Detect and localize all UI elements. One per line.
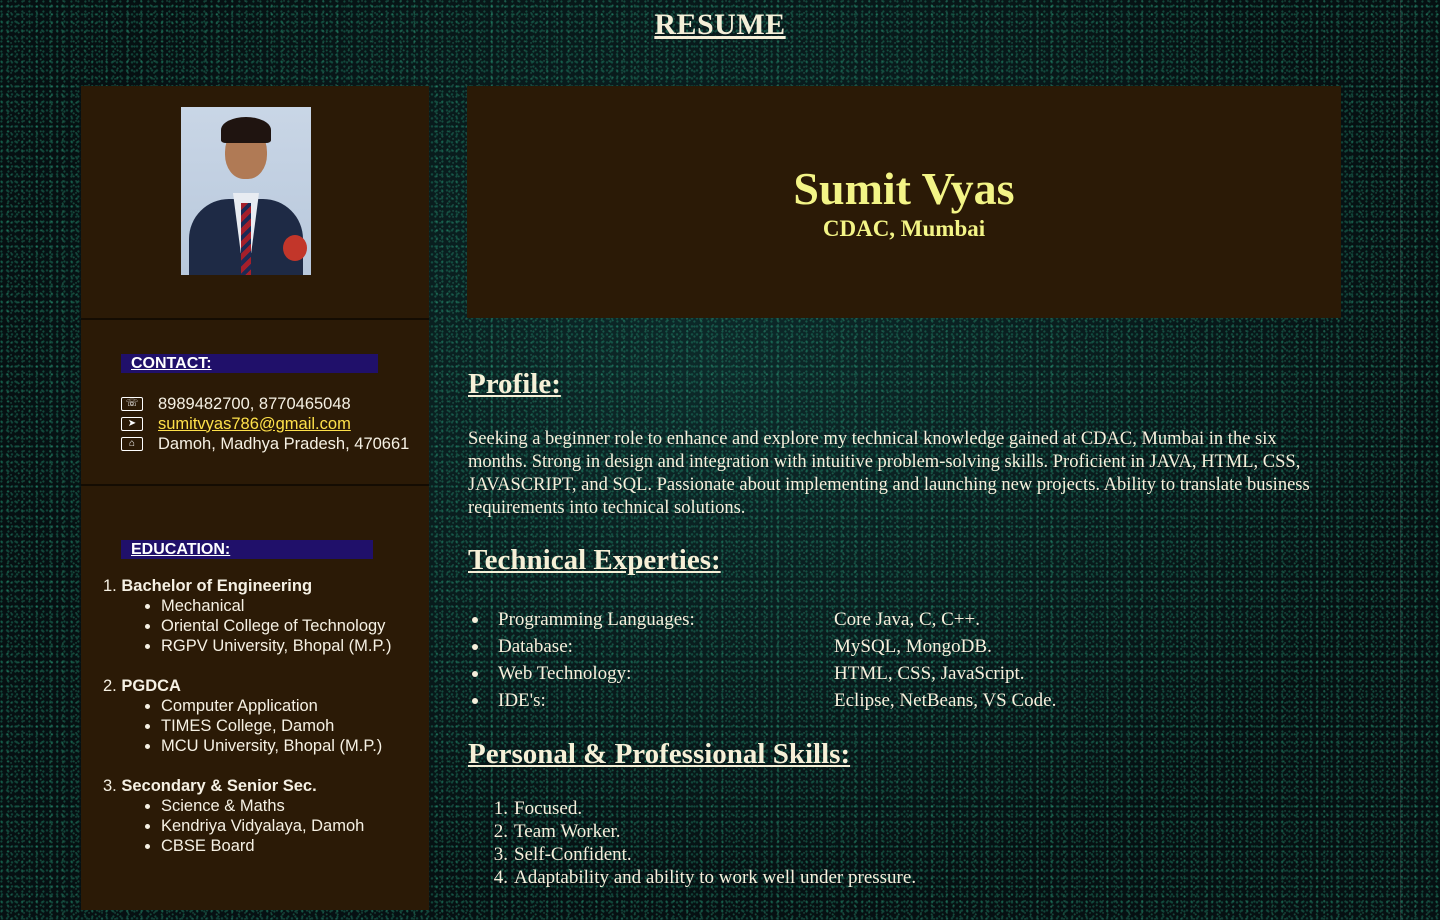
contact-address: ⌂ Damoh, Madhya Pradesh, 470661: [121, 434, 409, 454]
bullet-icon: [472, 643, 478, 650]
skill-number: 1.: [493, 798, 508, 819]
education-detail: RGPV University, Bhopal (M.P.): [161, 636, 391, 656]
education-detail: Science & Maths: [161, 796, 391, 816]
home-icon: ⌂: [121, 437, 143, 451]
education-item: 2. PGDCA Computer Application TIMES Coll…: [103, 676, 391, 756]
bullet-icon: [472, 670, 478, 677]
name-header: Sumit Vyas CDAC, Mumbai: [467, 86, 1341, 318]
contact-address-text: Damoh, Madhya Pradesh, 470661: [158, 434, 410, 453]
skill-text: Team Worker.: [514, 821, 621, 842]
bullet-icon: [472, 616, 478, 623]
skill-number: 3.: [493, 844, 508, 865]
technical-value: Core Java, C, C++.: [834, 608, 980, 630]
skill-item: 2. Team Worker.: [468, 820, 916, 843]
profile-photo: [181, 107, 311, 275]
education-detail: TIMES College, Damoh: [161, 716, 391, 736]
education-number: 2.: [103, 677, 117, 695]
technical-label: Programming Languages:: [498, 608, 695, 630]
education-detail: Kendriya Vidyalaya, Damoh: [161, 816, 391, 836]
contact-phone: ☏ 8989482700, 8770465048: [121, 394, 409, 414]
technical-label: Database:: [498, 635, 573, 657]
email-link[interactable]: sumitvyas786@gmail.com: [158, 415, 351, 434]
sidebar: CONTACT: ☏ 8989482700, 8770465048 ➤ sumi…: [81, 86, 429, 910]
page-right-edge: [1400, 0, 1401, 920]
skills-list: 1. Focused. 2. Team Worker. 3. Self-Confide…: [468, 797, 916, 889]
phone-icon: ☏: [121, 397, 143, 411]
technical-value: MySQL, MongoDB.: [834, 635, 992, 657]
skill-text: Adaptability and ability to work well un…: [514, 867, 917, 888]
bullet-icon: [472, 697, 478, 704]
skill-item: 1. Focused.: [468, 797, 916, 820]
photo-section: [81, 86, 429, 320]
skill-item: 4. Adaptability and ability to work well …: [468, 866, 916, 889]
education-number: 1.: [103, 577, 117, 595]
skill-number: 4.: [493, 867, 508, 888]
technical-value: HTML, CSS, JavaScript.: [834, 662, 1025, 684]
technical-item: Web Technology: HTML, CSS, JavaScript.: [468, 660, 1056, 687]
page-title: RESUME: [654, 8, 786, 41]
contact-email: ➤ sumitvyas786@gmail.com: [121, 414, 409, 434]
technical-label: IDE's:: [498, 689, 546, 711]
education-detail: Mechanical: [161, 596, 391, 616]
person-name: Sumit Vyas: [793, 163, 1015, 214]
education-section: EDUCATION: 1. Bachelor of Engineering Me…: [81, 486, 429, 910]
contact-section: CONTACT: ☏ 8989482700, 8770465048 ➤ sumi…: [81, 320, 429, 486]
technical-list: Programming Languages: Core Java, C, C++.…: [468, 606, 1056, 714]
education-item: 1. Bachelor of Engineering Mechanical Or…: [103, 576, 391, 656]
technical-value: Eclipse, NetBeans, VS Code.: [834, 689, 1057, 711]
skill-number: 2.: [493, 821, 508, 842]
skill-text: Self-Confident.: [514, 844, 632, 865]
skills-heading: Personal & Professional Skills:: [468, 738, 851, 770]
contact-heading: CONTACT:: [121, 354, 378, 373]
education-number: 3.: [103, 777, 117, 795]
profile-heading: Profile:: [468, 368, 561, 400]
education-item: 3. Secondary & Senior Sec. Science & Mat…: [103, 776, 391, 856]
education-detail: CBSE Board: [161, 836, 391, 856]
education-title: Secondary & Senior Sec.: [121, 777, 317, 795]
technical-item: Database: MySQL, MongoDB.: [468, 633, 1056, 660]
profile-text: Seeking a beginner role to enhance and e…: [468, 429, 1310, 518]
technical-item: IDE's: Eclipse, NetBeans, VS Code.: [468, 687, 1056, 714]
skill-text: Focused.: [514, 798, 583, 819]
contact-list: ☏ 8989482700, 8770465048 ➤ sumitvyas786@…: [121, 394, 409, 454]
person-subtitle: CDAC, Mumbai: [822, 216, 986, 241]
education-detail: MCU University, Bhopal (M.P.): [161, 736, 391, 756]
skill-item: 3. Self-Confident.: [468, 843, 916, 866]
education-title: PGDCA: [121, 677, 181, 695]
education-detail: Oriental College of Technology: [161, 616, 391, 636]
education-detail: Computer Application: [161, 696, 391, 716]
education-title: Bachelor of Engineering: [121, 577, 313, 595]
technical-item: Programming Languages: Core Java, C, C++.: [468, 606, 1056, 633]
contact-phone-text: 8989482700, 8770465048: [158, 394, 351, 413]
education-list: 1. Bachelor of Engineering Mechanical Or…: [103, 576, 391, 876]
technical-heading: Technical Experties:: [468, 544, 721, 576]
education-heading: EDUCATION:: [121, 540, 373, 559]
email-icon: ➤: [121, 417, 143, 431]
technical-label: Web Technology:: [498, 662, 632, 684]
